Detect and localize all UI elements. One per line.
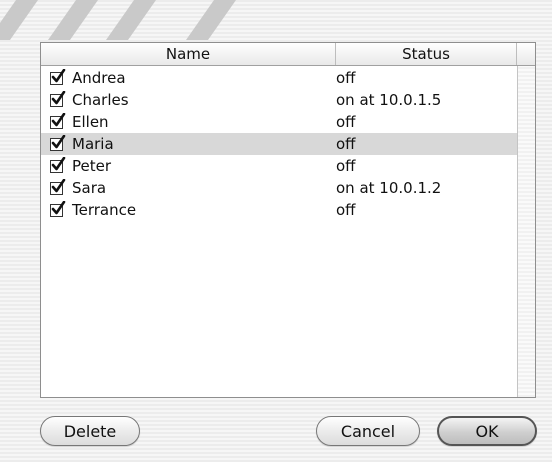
header-corner [517, 43, 535, 66]
row-name: Terrance [72, 201, 137, 219]
cancel-button[interactable]: Cancel [316, 416, 420, 446]
table-header: Name Status [41, 43, 517, 66]
row-name: Maria [72, 135, 114, 153]
top-decorative-stripes [0, 0, 552, 40]
row-checkbox[interactable] [50, 178, 66, 195]
vertical-scrollbar[interactable] [517, 66, 535, 397]
row-status: off [336, 157, 356, 175]
table-row[interactable]: Peter off [41, 155, 517, 177]
row-status: off [336, 201, 356, 219]
row-status: off [336, 135, 356, 153]
table-row[interactable]: Terrance off [41, 199, 517, 221]
row-checkbox[interactable] [50, 134, 66, 151]
row-status: off [336, 69, 356, 87]
row-status: off [336, 113, 356, 131]
row-checkbox[interactable] [50, 200, 66, 217]
row-name: Charles [72, 91, 129, 109]
checkmark-icon [51, 112, 66, 126]
table-row[interactable]: Andrea off [41, 67, 517, 89]
table-body: Andrea off Charles on at 10.0.1.5 Ellen … [41, 67, 517, 221]
table-row[interactable]: Ellen off [41, 111, 517, 133]
table-row[interactable]: Charles on at 10.0.1.5 [41, 89, 517, 111]
row-name: Ellen [72, 113, 109, 131]
checkmark-icon [51, 134, 66, 148]
checkmark-icon [51, 68, 66, 82]
row-name: Andrea [72, 69, 126, 87]
row-status: on at 10.0.1.5 [336, 91, 442, 109]
checkmark-icon [51, 156, 66, 170]
row-status: on at 10.0.1.2 [336, 179, 442, 197]
checkmark-icon [51, 178, 66, 192]
table-row[interactable]: Sara on at 10.0.1.2 [41, 177, 517, 199]
table-row-selected[interactable]: Maria off [41, 133, 517, 155]
checkmark-icon [51, 90, 66, 104]
delete-button[interactable]: Delete [40, 416, 140, 446]
row-checkbox[interactable] [50, 156, 66, 173]
user-list-panel: Name Status Andrea off Charles on at 10.… [40, 42, 536, 398]
column-header-name[interactable]: Name [41, 43, 336, 65]
row-checkbox[interactable] [50, 90, 66, 107]
row-name: Peter [72, 157, 112, 175]
checkmark-icon [51, 200, 66, 214]
row-checkbox[interactable] [50, 68, 66, 85]
row-checkbox[interactable] [50, 112, 66, 129]
column-header-status[interactable]: Status [336, 43, 517, 65]
ok-button[interactable]: OK [437, 416, 537, 446]
row-name: Sara [72, 179, 107, 197]
